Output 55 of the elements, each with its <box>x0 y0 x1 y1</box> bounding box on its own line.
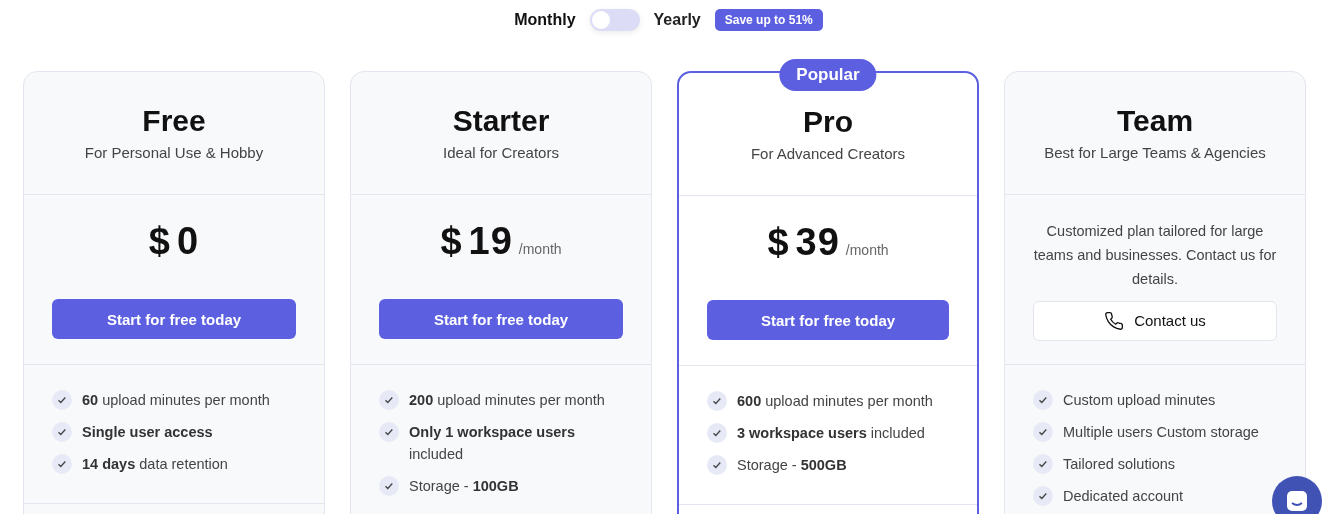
price-amount: 0 <box>177 220 200 263</box>
price-currency: $ <box>767 221 790 264</box>
popular-badge: Popular <box>779 59 877 91</box>
feature-text: Only 1 workspace users included <box>409 423 577 464</box>
price-period: /month <box>518 241 562 257</box>
feature-text: 600 upload minutes per month <box>737 392 933 411</box>
plan-description: Customized plan tailored for large teams and businesses. Contact us for details. <box>1033 221 1277 289</box>
plan-subtitle: For Personal Use & Hobby <box>84 144 264 161</box>
start-button[interactable]: Start for free today <box>707 300 949 340</box>
feature-text: 3 workspace users included <box>737 424 925 443</box>
plan-name: Starter <box>452 104 550 138</box>
plan-subtitle: Ideal for Creators <box>443 144 559 161</box>
check-icon <box>379 390 399 410</box>
start-button[interactable]: Start for free today <box>52 299 296 339</box>
feature-text: 14 days data retention <box>82 455 228 474</box>
check-icon <box>52 422 72 442</box>
price-currency: $ <box>148 220 171 263</box>
check-icon <box>1033 422 1053 442</box>
yearly-label: Yearly <box>653 11 701 29</box>
plan-subtitle: For Advanced Creators <box>750 145 906 162</box>
plan-name: Team <box>1116 104 1194 138</box>
check-icon <box>707 455 727 475</box>
plan-name: Free <box>142 104 206 138</box>
check-icon <box>52 390 72 410</box>
feature-text: Storage - 100GB <box>409 477 519 496</box>
start-button[interactable]: Start for free today <box>379 299 623 339</box>
check-icon <box>707 391 727 411</box>
check-icon <box>1033 390 1053 410</box>
plan-subtitle: Best for Large Teams & Agencies <box>1044 144 1266 161</box>
check-icon <box>52 454 72 474</box>
phone-icon <box>1104 310 1125 331</box>
feature-text: Custom upload minutes <box>1063 391 1216 410</box>
price-currency: $ <box>440 220 463 263</box>
chat-launcher-button[interactable] <box>1272 476 1322 514</box>
check-icon <box>379 422 399 442</box>
chat-icon <box>1286 490 1308 512</box>
plan-name: Pro <box>803 105 853 139</box>
price-amount: 39 <box>795 221 840 264</box>
savings-badge: Save up to 51% <box>714 9 823 31</box>
check-icon <box>379 476 399 496</box>
billing-toggle[interactable] <box>589 9 640 31</box>
price-period: /month <box>845 242 889 258</box>
feature-text: Multiple users Custom storage <box>1063 423 1259 442</box>
check-icon <box>707 423 727 443</box>
feature-text: 60 upload minutes per month <box>82 391 270 410</box>
feature-text: Dedicated account <box>1063 487 1184 506</box>
contact-button[interactable]: Contact us <box>1033 300 1277 341</box>
monthly-label: Monthly <box>514 11 576 29</box>
feature-text: Tailored solutions <box>1063 455 1176 474</box>
price-amount: 19 <box>468 220 513 263</box>
check-icon <box>1033 486 1053 506</box>
feature-text: Single user access <box>82 423 213 442</box>
feature-text: 200 upload minutes per month <box>409 391 605 410</box>
check-icon <box>1033 454 1053 474</box>
feature-text: Storage - 500GB <box>737 456 847 475</box>
